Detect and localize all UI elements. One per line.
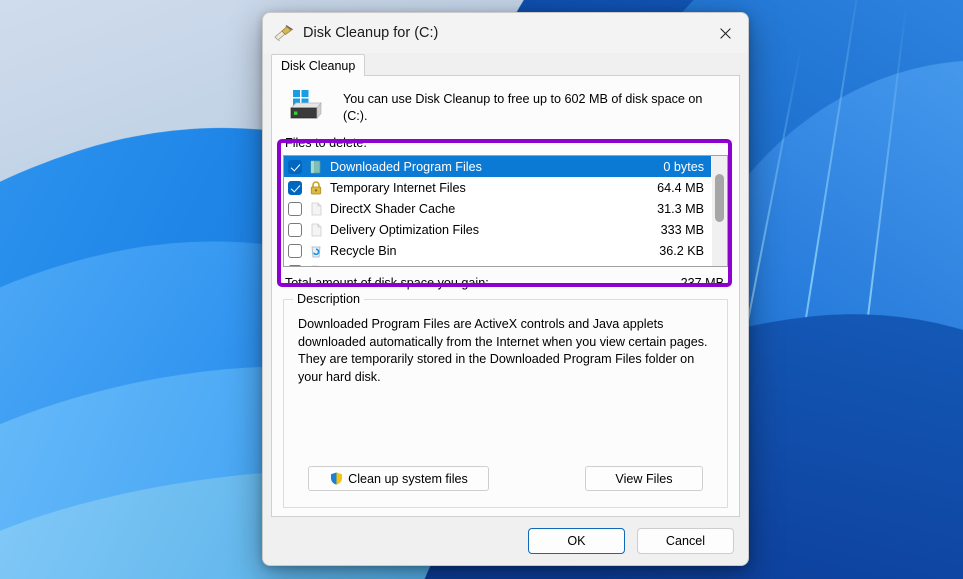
document-icon xyxy=(308,264,324,266)
file-name: Downloaded Program Files xyxy=(330,159,482,174)
list-item[interactable]: Delivery Optimization Files 333 MB xyxy=(284,219,711,240)
ok-button[interactable]: OK xyxy=(528,528,625,554)
total-space-label: Total amount of disk space you gain: xyxy=(285,276,489,290)
row-checkbox[interactable] xyxy=(288,264,302,266)
tab-strip: Disk Cleanup xyxy=(271,53,740,76)
row-checkbox[interactable] xyxy=(288,159,302,174)
list-item[interactable]: Downloaded Program Files 0 bytes xyxy=(284,156,711,177)
tab-disk-cleanup[interactable]: Disk Cleanup xyxy=(271,54,366,76)
total-space-row: Total amount of disk space you gain: 237… xyxy=(283,276,728,290)
list-item[interactable]: DirectX Shader Cache 31.3 MB xyxy=(284,198,711,219)
view-files-label: View Files xyxy=(615,471,673,486)
clean-up-system-files-button[interactable]: Clean up system files xyxy=(308,466,489,491)
list-item[interactable]: Temporary Internet Files 64.4 MB xyxy=(284,177,711,198)
description-groupbox: Description Downloaded Program Files are… xyxy=(283,292,728,508)
file-list-body: Downloaded Program Files 0 bytes Tempora… xyxy=(284,156,711,266)
list-item[interactable]: Recycle Bin 36.2 KB xyxy=(284,240,711,261)
document-icon xyxy=(308,201,324,217)
file-name: Delivery Optimization Files xyxy=(330,222,480,237)
file-size: 333 MB xyxy=(660,222,704,237)
description-text: Downloaded Program Files are ActiveX con… xyxy=(298,317,708,384)
shield-icon xyxy=(329,471,344,486)
title-bar: Disk Cleanup for (C:) xyxy=(263,13,748,53)
close-icon[interactable] xyxy=(702,13,748,53)
header-row: You can use Disk Cleanup to free up to 6… xyxy=(283,86,728,125)
description-button-row: Clean up system files View Files xyxy=(298,466,713,497)
scrollbar-thumb[interactable] xyxy=(715,174,724,222)
file-size: 64.4 MB xyxy=(657,180,704,195)
row-checkbox[interactable] xyxy=(288,222,302,237)
window-title: Disk Cleanup for (C:) xyxy=(303,25,439,41)
list-scrollbar[interactable] xyxy=(711,156,727,266)
files-to-delete-label: Files to delete: xyxy=(285,136,367,150)
folder-icon xyxy=(308,159,324,175)
cancel-label: Cancel xyxy=(665,534,706,548)
clean-up-system-files-label: Clean up system files xyxy=(348,471,468,486)
file-size: 36.2 KB xyxy=(659,243,704,258)
dialog-footer: OK Cancel xyxy=(263,517,748,565)
file-name: DirectX Shader Cache xyxy=(330,201,456,216)
total-space-value: 237 MB xyxy=(680,276,724,290)
file-size: 31.3 MB xyxy=(657,201,704,216)
disk-cleanup-dialog: Disk Cleanup for (C:) Disk Cleanup You c… xyxy=(262,12,749,566)
view-files-button[interactable]: View Files xyxy=(585,466,703,491)
recycle-bin-icon xyxy=(308,243,324,259)
file-size: 0 bytes xyxy=(663,159,704,174)
header-text: You can use Disk Cleanup to free up to 6… xyxy=(343,92,703,123)
files-to-delete-list[interactable]: Downloaded Program Files 0 bytes Tempora… xyxy=(283,155,728,267)
hard-drive-icon xyxy=(287,88,331,124)
description-legend: Description xyxy=(293,292,364,306)
broom-icon xyxy=(273,24,295,42)
row-checkbox[interactable] xyxy=(288,243,302,258)
file-name: Temporary Internet Files xyxy=(330,180,466,195)
document-icon xyxy=(308,222,324,238)
tab-page-disk-cleanup: You can use Disk Cleanup to free up to 6… xyxy=(271,75,740,517)
row-checkbox[interactable] xyxy=(288,201,302,216)
lock-icon xyxy=(308,180,324,196)
cancel-button[interactable]: Cancel xyxy=(637,528,734,554)
ok-label: OK xyxy=(567,534,586,548)
list-item-partial[interactable] xyxy=(284,261,711,266)
file-name: Recycle Bin xyxy=(330,243,397,258)
row-checkbox[interactable] xyxy=(288,180,302,195)
tab-label: Disk Cleanup xyxy=(281,58,356,73)
dialog-client-area: Disk Cleanup You can use Disk Cleanup to… xyxy=(263,53,748,517)
